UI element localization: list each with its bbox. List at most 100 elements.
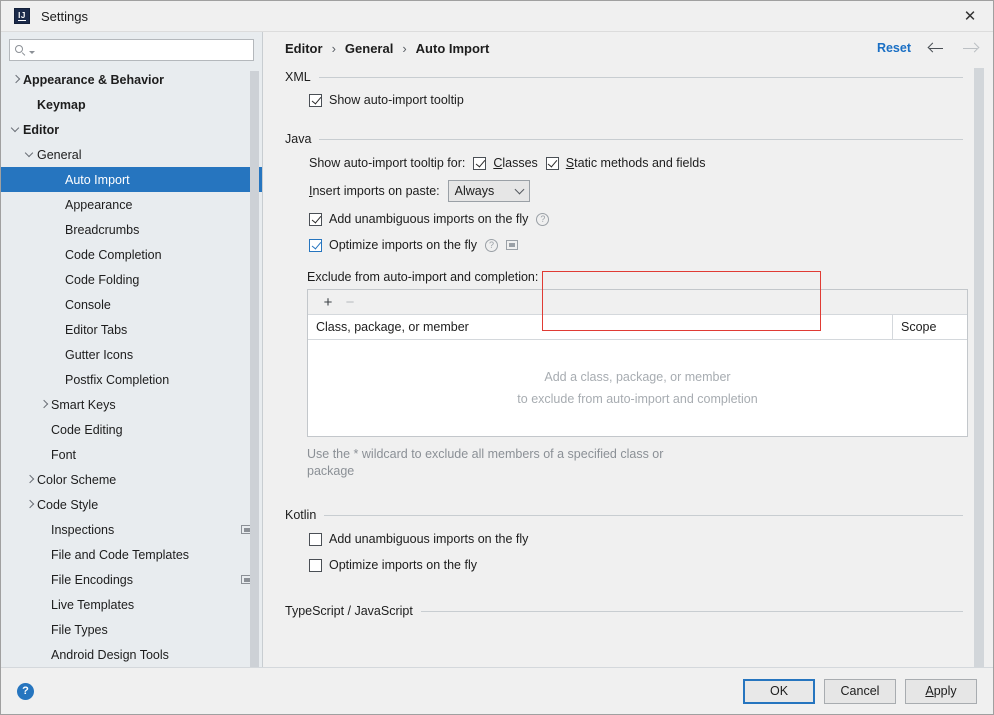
- option-add-unambiguous-java[interactable]: Add unambiguous imports on the fly ?: [285, 206, 963, 232]
- sidebar-item-label: File Encodings: [51, 572, 133, 587]
- settings-dialog: IJ Settings ✕ Appearance & Behavior Keyma…: [0, 0, 994, 715]
- sidebar-item-font[interactable]: Font: [1, 442, 262, 467]
- tree-arrow-spacer: [37, 648, 51, 662]
- tree-arrow-spacer: [51, 298, 65, 312]
- section-header-kotlin: Kotlin: [285, 508, 963, 522]
- main-header: Editor › General › Auto Import Reset: [263, 32, 993, 64]
- placeholder-line-1: Add a class, package, or member: [544, 370, 731, 384]
- sidebar-item-file-encodings[interactable]: File Encodings: [1, 567, 262, 592]
- insert-imports-dropdown[interactable]: Always: [447, 180, 530, 202]
- sidebar-scrollbar-thumb[interactable]: [250, 71, 259, 667]
- section-divider: [420, 610, 963, 612]
- option-add-unambiguous-kotlin[interactable]: Add unambiguous imports on the fly: [285, 526, 963, 552]
- column-header-scope[interactable]: Scope: [892, 315, 967, 339]
- sidebar-item-label: Appearance & Behavior: [23, 72, 165, 87]
- table-toolbar: + −: [308, 290, 967, 315]
- label-exclude-from-auto-import: Exclude from auto-import and completion:: [307, 270, 539, 284]
- sidebar-item-label: Editor: [23, 122, 60, 137]
- checkbox-optimize-imports-kotlin[interactable]: [309, 558, 322, 572]
- tree-arrow-spacer: [51, 248, 65, 262]
- checkbox-add-unambiguous-java[interactable]: [309, 212, 322, 226]
- column-header-class-package-member[interactable]: Class, package, or member: [308, 315, 892, 339]
- tree-arrow-spacer: [37, 548, 51, 562]
- checkbox-xml-show-tooltip[interactable]: [309, 93, 322, 107]
- option-optimize-imports-kotlin[interactable]: Optimize imports on the fly: [285, 552, 963, 578]
- sidebar-item-editor-tabs[interactable]: Editor Tabs: [1, 317, 262, 342]
- settings-sidebar: Appearance & Behavior Keymap Editor General…: [1, 32, 263, 667]
- section-header-typescript: TypeScript / JavaScript: [285, 604, 963, 618]
- tree-arrow-spacer: [51, 273, 65, 287]
- sidebar-item-inspections[interactable]: Inspections: [1, 517, 262, 542]
- sidebar-item-auto-import[interactable]: Auto Import: [1, 167, 262, 192]
- sidebar-item-label: Android Design Tools: [51, 647, 169, 662]
- sidebar-item-general[interactable]: General: [1, 142, 262, 167]
- sidebar-item-live-templates[interactable]: Live Templates: [1, 592, 262, 617]
- ok-button[interactable]: OK: [743, 678, 815, 704]
- tree-arrow-spacer: [23, 98, 37, 112]
- section-title-xml: XML: [285, 70, 311, 84]
- sidebar-item-console[interactable]: Console: [1, 292, 262, 317]
- sidebar-item-keymap[interactable]: Keymap: [1, 92, 262, 117]
- search-box[interactable]: [9, 39, 254, 61]
- checkbox-label: Show auto-import tooltip: [329, 93, 464, 107]
- sidebar-item-code-style[interactable]: Code Style: [1, 492, 262, 517]
- apply-button[interactable]: Apply: [905, 678, 977, 704]
- search-input[interactable]: [35, 41, 248, 59]
- help-button[interactable]: ?: [17, 682, 34, 700]
- sidebar-item-code-completion[interactable]: Code Completion: [1, 242, 262, 267]
- chevron-right-icon[interactable]: [23, 498, 37, 512]
- sidebar-item-label: Code Folding: [65, 272, 140, 287]
- sidebar-item-code-editing[interactable]: Code Editing: [1, 417, 262, 442]
- chevron-right-icon[interactable]: [9, 73, 23, 87]
- checkbox-optimize-imports-java[interactable]: [309, 238, 322, 252]
- checkbox-classes[interactable]: [473, 156, 487, 170]
- tree-arrow-spacer: [37, 423, 51, 437]
- chevron-right-icon[interactable]: [37, 398, 51, 412]
- sidebar-item-label: Inspections: [51, 522, 115, 537]
- chevron-down-icon[interactable]: [23, 148, 37, 162]
- option-xml-show-tooltip[interactable]: Show auto-import tooltip: [285, 88, 963, 112]
- help-icon[interactable]: ?: [484, 238, 498, 252]
- sidebar-item-appearance-behavior[interactable]: Appearance & Behavior: [1, 67, 262, 92]
- sidebar-item-label: Smart Keys: [51, 397, 116, 412]
- table-body-empty[interactable]: Add a class, package, or member to exclu…: [308, 340, 967, 436]
- logo-underline: [18, 19, 26, 21]
- sidebar-item-appearance[interactable]: Appearance: [1, 192, 262, 217]
- main-scrollbar[interactable]: [974, 64, 984, 667]
- sidebar-item-editor[interactable]: Editor: [1, 117, 262, 142]
- section-divider: [318, 76, 963, 78]
- sidebar-item-gutter-icons[interactable]: Gutter Icons: [1, 342, 262, 367]
- sidebar-item-breadcrumbs[interactable]: Breadcrumbs: [1, 217, 262, 242]
- sidebar-item-file-and-code-templates[interactable]: File and Code Templates: [1, 542, 262, 567]
- sidebar-scrollbar[interactable]: [250, 71, 259, 667]
- close-icon[interactable]: ✕: [947, 1, 993, 32]
- reset-button[interactable]: Reset: [877, 41, 911, 55]
- sidebar-item-label: Font: [51, 447, 77, 462]
- checkbox-label: Add unambiguous imports on the fly: [329, 212, 529, 226]
- sidebar-item-postfix-completion[interactable]: Postfix Completion: [1, 367, 262, 392]
- checkbox-label: Optimize imports on the fly: [329, 238, 477, 252]
- chevron-down-icon[interactable]: [9, 123, 23, 137]
- breadcrumb-item-editor[interactable]: Editor: [285, 41, 323, 56]
- checkbox-add-unambiguous-kotlin[interactable]: [309, 532, 322, 546]
- breadcrumb-item-general[interactable]: General: [345, 41, 393, 56]
- intellij-logo-icon: IJ: [14, 8, 30, 24]
- cancel-button[interactable]: Cancel: [824, 678, 896, 704]
- checkbox-static-methods[interactable]: [545, 156, 559, 170]
- main-scrollbar-thumb[interactable]: [974, 68, 984, 667]
- breadcrumb-item-auto-import: Auto Import: [415, 40, 490, 56]
- section-title-kotlin: Kotlin: [285, 508, 317, 522]
- option-optimize-imports-java[interactable]: Optimize imports on the fly ?: [285, 232, 963, 258]
- sidebar-item-file-types[interactable]: File Types: [1, 617, 262, 642]
- arrow-left-icon[interactable]: [927, 40, 945, 57]
- chevron-right-icon[interactable]: [23, 473, 37, 487]
- sidebar-item-smart-keys[interactable]: Smart Keys: [1, 392, 262, 417]
- sidebar-item-android-design-tools[interactable]: Android Design Tools: [1, 642, 262, 667]
- sidebar-item-code-folding[interactable]: Code Folding: [1, 267, 262, 292]
- section-header-java: Java: [285, 132, 963, 146]
- add-entry-button[interactable]: +: [317, 292, 339, 312]
- sidebar-item-color-scheme[interactable]: Color Scheme: [1, 467, 262, 492]
- sidebar-item-label: Breadcrumbs: [65, 222, 140, 237]
- help-icon[interactable]: ?: [536, 212, 550, 226]
- table-header-row: Class, package, or member Scope: [308, 315, 967, 340]
